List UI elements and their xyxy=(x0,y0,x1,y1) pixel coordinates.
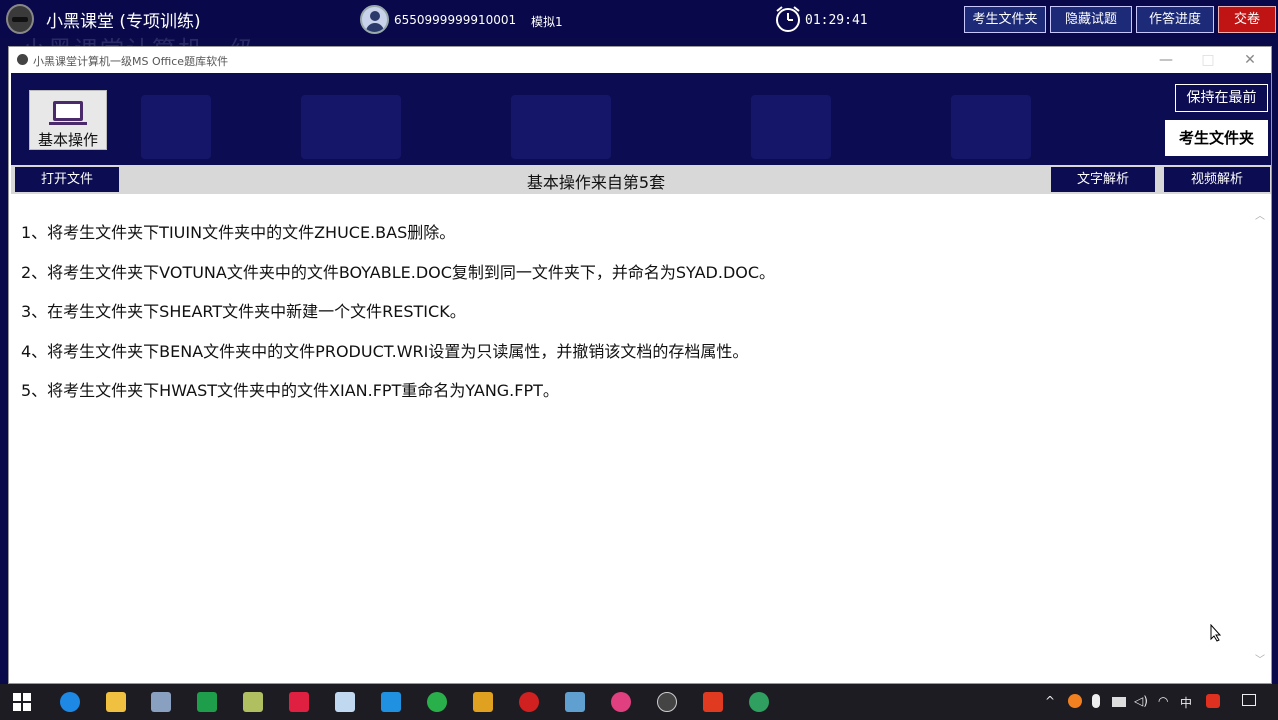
question-item: 2、将考生文件夹下VOTUNA文件夹中的文件BOYABLE.DOC复制到同一文件… xyxy=(21,263,776,282)
netease-music-icon[interactable] xyxy=(519,692,539,712)
laptop-icon xyxy=(49,101,87,125)
wifi-icon[interactable]: ◠ xyxy=(1158,694,1168,708)
search-app-icon[interactable] xyxy=(151,692,171,712)
maximize-button[interactable]: □ xyxy=(1189,49,1227,71)
quiz-window: 小黑课堂计算机一级MS Office题库软件 — □ ✕ 基本操作 保持在最前 … xyxy=(8,46,1272,684)
window-titlebar[interactable]: 小黑课堂计算机一级MS Office题库软件 — □ ✕ xyxy=(9,47,1271,73)
question-set-title: 基本操作来自第5套 xyxy=(526,173,666,192)
windows-start-icon[interactable] xyxy=(13,693,31,711)
submit-button[interactable]: 交卷 xyxy=(1218,6,1276,33)
window-header: 基本操作 保持在最前 考生文件夹 xyxy=(11,73,1271,165)
obs-icon[interactable] xyxy=(657,692,677,712)
tray-search-icon[interactable] xyxy=(1068,694,1082,708)
edge-dev-icon[interactable] xyxy=(749,692,769,712)
basic-operation-tool[interactable]: 基本操作 xyxy=(29,90,107,150)
user-avatar-icon xyxy=(360,5,389,34)
chrome-like-icon[interactable] xyxy=(611,692,631,712)
basic-operation-label: 基本操作 xyxy=(37,131,98,149)
decor-network-icon xyxy=(751,95,831,159)
file-explorer-icon[interactable] xyxy=(106,692,126,712)
sogou-icon[interactable] xyxy=(1206,694,1220,708)
wechat-icon[interactable] xyxy=(427,692,447,712)
battery-icon[interactable] xyxy=(1112,697,1126,707)
countdown-timer: 01:29:41 xyxy=(805,13,868,28)
content-scrollbar[interactable] xyxy=(1253,197,1269,675)
decor-word-icon xyxy=(141,95,211,159)
app-title: 小黑课堂 (专项训练) xyxy=(46,12,201,32)
question-content: 1、将考生文件夹下TIUIN文件夹中的文件ZHUCE.BAS删除。 2、将考生文… xyxy=(11,197,1251,677)
progress-button[interactable]: 作答进度 xyxy=(1136,6,1214,33)
network-app-icon[interactable] xyxy=(335,692,355,712)
question-toolbar: 打开文件 基本操作来自第5套 文字解析 视频解析 xyxy=(11,165,1271,194)
close-button[interactable]: ✕ xyxy=(1231,49,1269,71)
window-app-icon xyxy=(17,54,28,65)
colorful-app-icon[interactable] xyxy=(473,692,493,712)
window-title: 小黑课堂计算机一级MS Office题库软件 xyxy=(33,55,229,68)
question-item: 5、将考生文件夹下HWAST文件夹中的文件XIAN.FPT重命名为YANG.FP… xyxy=(21,381,559,400)
question-item: 3、在考生文件夹下SHEART文件夹中新建一个文件RESTICK。 xyxy=(21,302,466,321)
exam-mode: 模拟1 xyxy=(531,15,563,29)
notification-center-icon[interactable] xyxy=(1242,694,1256,706)
star-app-icon[interactable] xyxy=(381,692,401,712)
alarm-clock-icon xyxy=(776,6,800,32)
taskbar: ^ ◁) ◠ 中 xyxy=(0,684,1278,720)
microphone-icon[interactable] xyxy=(1092,694,1100,708)
input-method-indicator[interactable]: 中 xyxy=(1180,694,1192,711)
video-analysis-button[interactable]: 视频解析 xyxy=(1164,167,1270,192)
keep-on-top-button[interactable]: 保持在最前 xyxy=(1175,84,1268,112)
xmind-app-icon[interactable] xyxy=(289,692,309,712)
question-item: 4、将考生文件夹下BENA文件夹中的文件PRODUCT.WRI设置为只读属性，并… xyxy=(21,342,749,361)
open-file-button[interactable]: 打开文件 xyxy=(15,167,119,192)
exam-folder-button[interactable]: 考生文件夹 xyxy=(964,6,1046,33)
user-id: 6550999999910001 xyxy=(394,13,517,27)
hide-question-button[interactable]: 隐藏试题 xyxy=(1050,6,1132,33)
edge-icon[interactable] xyxy=(60,692,80,712)
excel-app-icon[interactable] xyxy=(197,692,217,712)
scroll-down-icon[interactable]: ﹀ xyxy=(1255,651,1265,666)
notes-app-icon[interactable] xyxy=(243,692,263,712)
decor-ppt-icon xyxy=(301,95,401,159)
open-exam-folder-button[interactable]: 考生文件夹 xyxy=(1165,120,1268,156)
decor-score-icon xyxy=(951,95,1031,159)
tray-expand-icon[interactable]: ^ xyxy=(1045,694,1055,708)
decor-excel-icon xyxy=(511,95,611,159)
video-recorder-icon[interactable] xyxy=(703,692,723,712)
gallery-app-icon[interactable] xyxy=(565,692,585,712)
minimize-button[interactable]: — xyxy=(1147,49,1185,71)
volume-icon[interactable]: ◁) xyxy=(1134,694,1148,708)
mouse-cursor-icon xyxy=(1210,624,1222,642)
text-analysis-button[interactable]: 文字解析 xyxy=(1051,167,1155,192)
question-item: 1、将考生文件夹下TIUIN文件夹中的文件ZHUCE.BAS删除。 xyxy=(21,223,456,242)
scroll-up-icon[interactable]: ︿ xyxy=(1255,207,1265,222)
